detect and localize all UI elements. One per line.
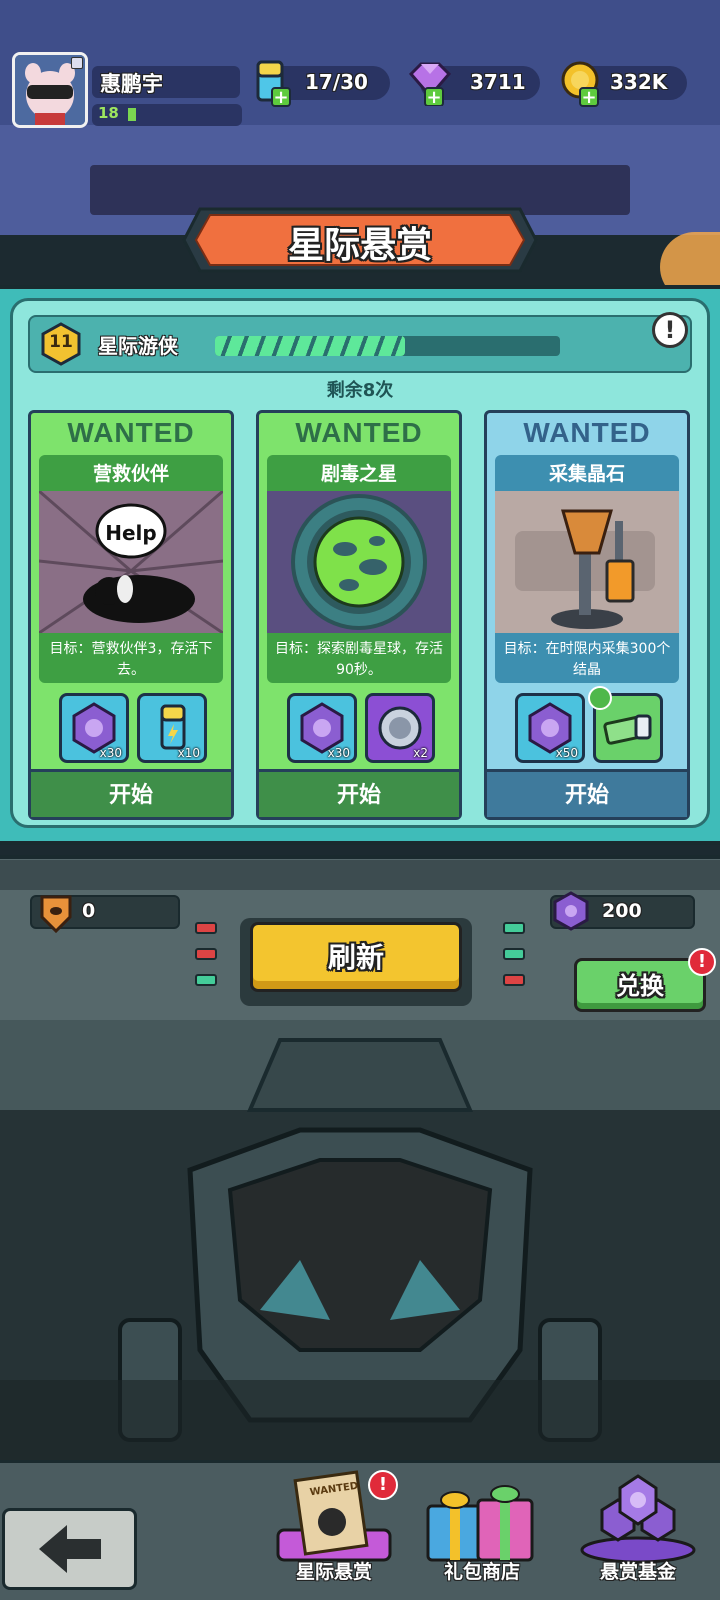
bounty-card: WANTED 营救伙伴 Help 目标：营救伙伴3，存活下去。 x30 x10 … bbox=[28, 410, 234, 820]
tab-label: 星际悬赏 bbox=[295, 1561, 372, 1583]
purple-token-icon bbox=[553, 891, 589, 931]
reward-slot[interactable]: x50 bbox=[515, 693, 585, 763]
card-body: 采集晶石 目标：在时限内采集300个结晶 bbox=[495, 455, 679, 683]
card-description: 目标：营救伙伴3，存活下去。 bbox=[49, 641, 213, 678]
hat-badge-icon bbox=[588, 686, 612, 710]
badge-count: 0 bbox=[82, 900, 96, 922]
rank-progress-track bbox=[215, 336, 560, 356]
wanted-label: WANTED bbox=[67, 417, 195, 448]
tab-label: 礼包商店 bbox=[443, 1561, 520, 1583]
start-button[interactable]: 开始 bbox=[487, 769, 687, 817]
rank-level: 11 bbox=[49, 332, 73, 352]
bounty-card: WANTED 采集晶石 目标：在时限内采集300个结晶 x50 开始 bbox=[484, 410, 690, 820]
xp-bar bbox=[128, 108, 136, 121]
bounty-card: WANTED 剧毒之星 目标：探索剧毒星球，存活90秒。 x30 x2 开始 bbox=[256, 410, 462, 820]
indicator-light bbox=[195, 922, 217, 934]
back-button[interactable] bbox=[2, 1508, 137, 1590]
toxic-planet-image bbox=[267, 491, 451, 633]
svg-text:+: + bbox=[426, 87, 441, 106]
svg-text:+: + bbox=[581, 87, 596, 108]
card-description: 目标：探索剧毒星球，存活90秒。 bbox=[275, 641, 443, 678]
cockpit-scene bbox=[0, 1020, 720, 1460]
energy-battery-icon: + bbox=[256, 60, 291, 108]
start-button[interactable]: 开始 bbox=[259, 769, 459, 817]
reward-slot[interactable]: x2 bbox=[365, 693, 435, 763]
exchange-button[interactable]: 兑换 bbox=[574, 958, 706, 1012]
pilot-seat-image bbox=[0, 1020, 720, 1460]
svg-text:+: + bbox=[273, 87, 288, 108]
card-body: 营救伙伴 Help 目标：营救伙伴3，存活下去。 bbox=[39, 455, 223, 683]
gem-icon: + bbox=[408, 62, 452, 106]
badge-shield-icon bbox=[40, 895, 72, 933]
remaining-count: 剩余8次 bbox=[326, 380, 394, 401]
tab-label: 悬赏基金 bbox=[599, 1561, 676, 1583]
indicator-light bbox=[195, 948, 217, 960]
card-body: 剧毒之星 目标：探索剧毒星球，存活90秒。 bbox=[267, 455, 451, 683]
indicator-light bbox=[195, 974, 217, 986]
rescue-image bbox=[39, 491, 223, 633]
avatar-edit-icon bbox=[71, 57, 83, 69]
reward-count: x30 bbox=[327, 746, 350, 760]
mining-drill-image bbox=[495, 491, 679, 633]
tab-bounty-fund[interactable]: 悬赏基金 bbox=[574, 1470, 702, 1588]
tab-alert-badge: ! bbox=[368, 1470, 398, 1500]
help-bubble-text: Help bbox=[105, 521, 157, 545]
reward-count: x10 bbox=[177, 746, 200, 760]
player-level: 18 bbox=[98, 104, 119, 122]
player-name: 惠鹏宇 bbox=[100, 72, 163, 96]
rank-progress-fill bbox=[215, 336, 405, 356]
reward-slot[interactable] bbox=[588, 686, 663, 763]
reward-count: x2 bbox=[413, 746, 428, 760]
start-button[interactable]: 开始 bbox=[31, 769, 231, 817]
tab-bounty[interactable]: WANTED 星际悬赏 ! bbox=[270, 1470, 398, 1588]
reward-slot[interactable]: x30 bbox=[287, 693, 357, 763]
card-name: 剧毒之星 bbox=[320, 463, 397, 485]
gems-value: 3711 bbox=[470, 70, 526, 94]
reward-slot[interactable]: x10 bbox=[137, 693, 207, 763]
info-icon[interactable]: ! bbox=[652, 312, 688, 348]
reward-slot[interactable]: x30 bbox=[59, 693, 129, 763]
indicator-light bbox=[503, 974, 525, 986]
energy-value: 17/30 bbox=[305, 70, 368, 94]
back-arrow-icon bbox=[39, 1525, 101, 1573]
coin-icon: + bbox=[561, 61, 599, 108]
indicator-light bbox=[503, 922, 525, 934]
coins-value: 332K bbox=[610, 70, 668, 94]
card-description: 目标：在时限内采集300个结晶 bbox=[503, 641, 671, 678]
rank-name: 星际游侠 bbox=[98, 334, 178, 358]
gift-box-icon bbox=[426, 1485, 534, 1562]
reward-count: x30 bbox=[99, 746, 122, 760]
refresh-button[interactable]: 刷新 bbox=[250, 922, 462, 992]
page-title: 星际悬赏 bbox=[287, 225, 432, 266]
reward-count: x50 bbox=[555, 746, 578, 760]
wanted-label: WANTED bbox=[523, 417, 651, 448]
wanted-label: WANTED bbox=[295, 417, 423, 448]
token-pile-icon bbox=[580, 1474, 696, 1564]
avatar[interactable] bbox=[12, 52, 88, 128]
card-name: 采集晶石 bbox=[548, 463, 625, 485]
token-count: 200 bbox=[602, 900, 642, 922]
exchange-alert-badge: ! bbox=[688, 948, 716, 976]
tab-gift-shop[interactable]: 礼包商店 bbox=[418, 1470, 546, 1588]
card-name: 营救伙伴 bbox=[92, 463, 169, 485]
indicator-light bbox=[503, 948, 525, 960]
console-rail bbox=[0, 860, 720, 890]
